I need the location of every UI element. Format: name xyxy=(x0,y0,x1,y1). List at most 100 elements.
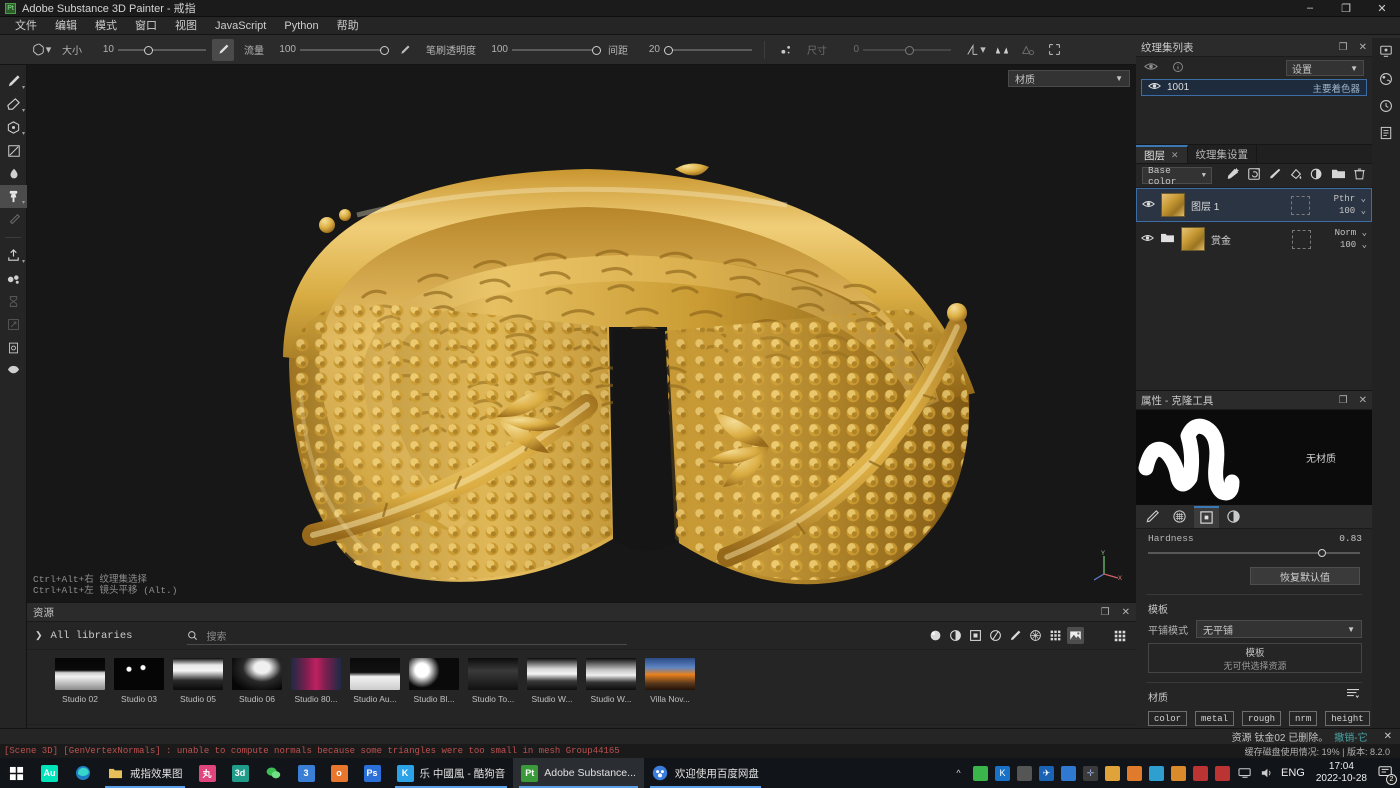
tray-shield-icon[interactable] xyxy=(1127,766,1142,781)
tab-material-icon[interactable] xyxy=(1221,506,1246,528)
minimize-button[interactable]: – xyxy=(1292,0,1328,17)
asset-thumbnail[interactable]: Studio To... xyxy=(468,658,518,704)
layer-visibility-icon[interactable] xyxy=(1142,199,1155,212)
add-fill-icon[interactable] xyxy=(1289,167,1303,184)
tray-expand-icon[interactable]: ^ xyxy=(951,766,966,781)
opacity-brush-icon[interactable] xyxy=(394,39,416,61)
asset-thumbnail[interactable]: Studio W... xyxy=(527,658,577,704)
jitter-icon[interactable] xyxy=(775,39,797,61)
particles-icon[interactable] xyxy=(0,267,27,290)
layer-blend-mode[interactable]: Pthr ⌄ xyxy=(1334,194,1366,204)
asset-thumbnail[interactable]: Studio Bl... xyxy=(409,658,459,704)
tray-volume-icon[interactable] xyxy=(1259,766,1274,781)
symmetry-settings-icon[interactable] xyxy=(1017,39,1039,61)
material-dropdown[interactable]: 材质 ▼ xyxy=(1008,70,1130,87)
material-channel-chip[interactable]: height xyxy=(1325,711,1369,726)
geometry-mask-icon[interactable] xyxy=(0,359,27,382)
tab-alpha-icon[interactable] xyxy=(1167,506,1192,528)
projection-icon[interactable] xyxy=(1043,39,1065,61)
tray-kugou-icon[interactable]: K xyxy=(995,766,1010,781)
layer-blend-mode[interactable]: Norm ⌄ xyxy=(1335,228,1367,238)
jitter-slider[interactable] xyxy=(863,39,951,61)
size-slider[interactable] xyxy=(118,39,206,61)
taskbar-item[interactable]: 3d xyxy=(224,758,257,788)
asset-thumbnail[interactable]: Studio 06 xyxy=(232,658,282,704)
viewport-3d[interactable]: Ctrl+Alt+右 纹理集选择 Ctrl+Alt+左 镜头平移 (Alt.) … xyxy=(27,65,1136,602)
material-channel-chip[interactable]: color xyxy=(1148,711,1187,726)
status-close-icon[interactable]: ✕ xyxy=(1384,731,1392,742)
taskbar-item[interactable]: K乐 中國風 - 酷狗音 xyxy=(389,758,514,788)
library-label[interactable]: All libraries xyxy=(51,630,133,642)
asset-thumbnail[interactable]: Studio W... xyxy=(586,658,636,704)
tab-texture-set-settings[interactable]: 纹理集设置 xyxy=(1188,145,1258,163)
polygon-fill-tool-icon[interactable] xyxy=(0,139,27,162)
undo-link[interactable]: 撤销-它 xyxy=(1334,729,1367,744)
menu-view[interactable]: 视图 xyxy=(166,17,206,35)
close-button[interactable]: ✕ xyxy=(1364,0,1400,17)
projection-tool-icon[interactable]: ▾ xyxy=(0,116,27,139)
assets-undock-icon[interactable]: ❐ xyxy=(1101,607,1110,618)
texture-set-close-icon[interactable]: ✕ xyxy=(1359,42,1367,53)
properties-undock-icon[interactable]: ❐ xyxy=(1339,395,1348,406)
taskbar-clock[interactable]: 17:04 2022-10-28 xyxy=(1316,761,1367,785)
add-fill-layer-icon[interactable] xyxy=(1247,167,1261,184)
restore-defaults-button[interactable]: 恢复默认值 xyxy=(1250,567,1360,585)
brush-preset-icon[interactable]: ▾ xyxy=(30,39,52,61)
delete-layer-icon[interactable] xyxy=(1353,167,1366,184)
texture-set-settings-dropdown[interactable]: 设置 ▼ xyxy=(1286,60,1364,76)
history-icon[interactable] xyxy=(1372,92,1400,119)
material-options-icon[interactable] xyxy=(1346,687,1372,702)
asset-thumbnail[interactable]: Studio 03 xyxy=(114,658,164,704)
tab-brush-icon[interactable] xyxy=(1140,506,1165,528)
asset-thumbnail[interactable]: Studio Au... xyxy=(350,658,400,704)
tray-security-icon[interactable] xyxy=(973,766,988,781)
taskbar-item[interactable]: 丸 xyxy=(191,758,224,788)
layer-row[interactable]: 赏金Norm ⌄100 ⌄ xyxy=(1136,222,1372,256)
taskbar-item[interactable]: 戒指效果图 xyxy=(99,758,191,788)
tray-photo-icon[interactable] xyxy=(1171,766,1186,781)
notification-center-icon[interactable]: 2 xyxy=(1378,765,1394,782)
layer-opacity[interactable]: 100 ⌄ xyxy=(1339,206,1366,216)
layer-row[interactable]: 图层 1Pthr ⌄100 ⌄ xyxy=(1136,188,1372,222)
resize-icon[interactable] xyxy=(0,313,27,336)
material-channel-chip[interactable]: nrm xyxy=(1289,711,1317,726)
channel-dropdown[interactable]: Base color ▼ xyxy=(1142,167,1212,184)
tray-app1-icon[interactable] xyxy=(1193,766,1208,781)
add-folder-icon[interactable] xyxy=(1331,167,1346,184)
taskbar-item[interactable]: Ps xyxy=(356,758,389,788)
shelf-list-icon[interactable] xyxy=(1372,119,1400,146)
taskbar-item[interactable]: 3 xyxy=(290,758,323,788)
brush-tool-icon[interactable] xyxy=(212,39,234,61)
taskbar-item[interactable]: Au xyxy=(33,758,66,788)
eyedropper-tool-icon[interactable] xyxy=(0,208,27,231)
stencil-drop-area[interactable]: 模板 无可供选择资源 xyxy=(1148,643,1362,673)
add-paint-layer-icon[interactable] xyxy=(1268,167,1282,184)
texture-set-undock-icon[interactable]: ❐ xyxy=(1339,42,1348,53)
maximize-button[interactable]: ❐ xyxy=(1328,0,1364,17)
display-settings-icon[interactable] xyxy=(1372,38,1400,65)
filter-alpha-icon[interactable] xyxy=(967,627,984,644)
filter-material-icon[interactable] xyxy=(927,627,944,644)
layer-mask-slot[interactable] xyxy=(1292,230,1311,249)
smudge-tool-icon[interactable] xyxy=(0,162,27,185)
layer-opacity[interactable]: 100 ⌄ xyxy=(1340,240,1367,250)
taskbar-item[interactable] xyxy=(0,758,33,788)
hardness-slider[interactable] xyxy=(1148,547,1360,559)
menu-file[interactable]: 文件 xyxy=(6,17,46,35)
add-effect-icon[interactable] xyxy=(1226,167,1240,184)
filter-procedural-icon[interactable] xyxy=(1027,627,1044,644)
tray-mail-icon[interactable]: ✈ xyxy=(1039,766,1054,781)
menu-mode[interactable]: 模式 xyxy=(86,17,126,35)
tray-cloud-icon[interactable] xyxy=(1061,766,1076,781)
assets-search[interactable]: 搜索 xyxy=(187,627,627,645)
flow-slider[interactable] xyxy=(300,39,388,61)
layer-folder-icon[interactable] xyxy=(1160,232,1175,247)
add-mask-icon[interactable] xyxy=(1310,167,1324,184)
filter-smart-material-icon[interactable] xyxy=(947,627,964,644)
assets-close-icon[interactable]: ✕ xyxy=(1122,607,1130,618)
tab-layers[interactable]: 图层 ✕ xyxy=(1136,145,1188,163)
layer-mask-slot[interactable] xyxy=(1291,196,1310,215)
material-channel-chip[interactable]: rough xyxy=(1242,711,1281,726)
asset-thumbnail[interactable]: Villa Nov... xyxy=(645,658,695,704)
menu-python[interactable]: Python xyxy=(275,17,327,35)
